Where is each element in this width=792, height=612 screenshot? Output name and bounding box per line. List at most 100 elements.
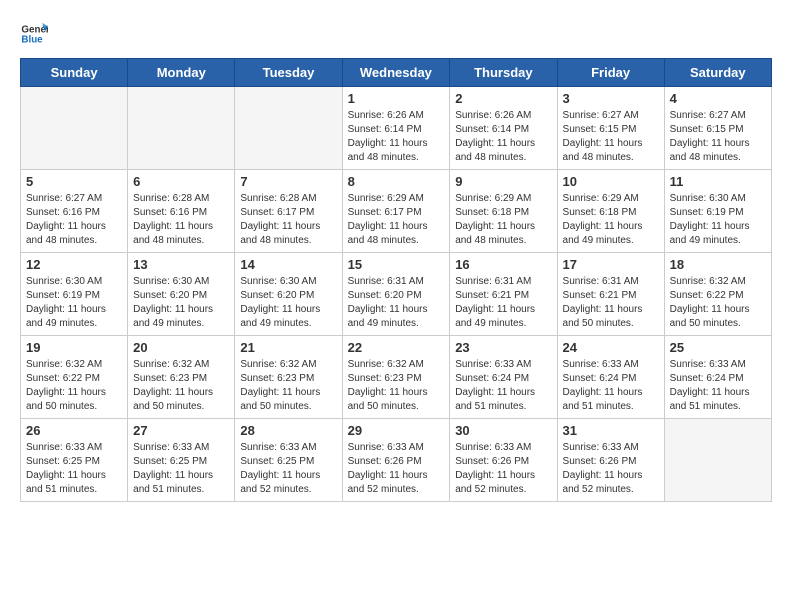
calendar-cell	[235, 87, 342, 170]
day-number: 14	[240, 257, 336, 272]
calendar-cell: 28 Sunrise: 6:33 AMSunset: 6:25 PMDayligh…	[235, 419, 342, 502]
day-number: 1	[348, 91, 445, 106]
day-info: Sunrise: 6:33 AMSunset: 6:26 PMDaylight:…	[455, 441, 551, 497]
calendar-cell: 13Sunrise: 6:30 AMSunset: 6:20 PMDayligh…	[128, 253, 235, 336]
calendar-cell: 15Sunrise: 6:31 AMSunset: 6:20 PMDayligh…	[342, 253, 450, 336]
calendar-table: SundayMondayTuesdayWednesdayThursdayFrid…	[20, 58, 772, 502]
calendar-cell: 23Sunrise: 6:33 AMSunset: 6:24 PMDayligh…	[450, 336, 557, 419]
column-header-sunday: Sunday	[21, 59, 128, 87]
day-number: 17	[563, 257, 659, 272]
day-info: Sunrise: 6:33 AMSunset: 6:26 PMDaylight:…	[348, 441, 445, 497]
column-header-saturday: Saturday	[664, 59, 771, 87]
calendar-cell: 26 Sunrise: 6:33 AMSunset: 6:25 PMDayligh…	[21, 419, 128, 502]
day-number: 4	[670, 91, 766, 106]
day-info: Sunrise: 6:32 AMSunset: 6:22 PMDaylight:…	[26, 358, 122, 414]
column-header-tuesday: Tuesday	[235, 59, 342, 87]
day-info: Sunrise: 6:29 AMSunset: 6:17 PMDaylight:…	[348, 192, 445, 248]
calendar-cell: 7 Sunrise: 6:28 AMSunset: 6:17 PMDaylight…	[235, 170, 342, 253]
day-info: Sunrise: 6:28 AMSunset: 6:16 PMDaylight:…	[133, 192, 229, 248]
calendar-cell: 3 Sunrise: 6:27 AMSunset: 6:15 PMDaylight…	[557, 87, 664, 170]
calendar-cell: 20Sunrise: 6:32 AMSunset: 6:23 PMDayligh…	[128, 336, 235, 419]
calendar-cell: 17Sunrise: 6:31 AMSunset: 6:21 PMDayligh…	[557, 253, 664, 336]
day-info: Sunrise: 6:28 AMSunset: 6:17 PMDaylight:…	[240, 192, 336, 248]
day-info: Sunrise: 6:32 AMSunset: 6:23 PMDaylight:…	[133, 358, 229, 414]
day-number: 25	[670, 340, 766, 355]
day-info: Sunrise: 6:33 AMSunset: 6:25 PMDaylight:…	[240, 441, 336, 497]
day-info: Sunrise: 6:31 AMSunset: 6:21 PMDaylight:…	[455, 275, 551, 331]
day-number: 13	[133, 257, 229, 272]
day-number: 26	[26, 423, 122, 438]
day-number: 12	[26, 257, 122, 272]
calendar-cell: 8Sunrise: 6:29 AMSunset: 6:17 PMDaylight…	[342, 170, 450, 253]
calendar-cell: 6 Sunrise: 6:28 AMSunset: 6:16 PMDaylight…	[128, 170, 235, 253]
day-info: Sunrise: 6:26 AMSunset: 6:14 PMDaylight:…	[455, 109, 551, 165]
day-number: 3	[563, 91, 659, 106]
calendar-cell: 5 Sunrise: 6:27 AMSunset: 6:16 PMDaylight…	[21, 170, 128, 253]
week-row-4: 19 Sunrise: 6:32 AMSunset: 6:22 PMDayligh…	[21, 336, 772, 419]
day-info: Sunrise: 6:29 AMSunset: 6:18 PMDaylight:…	[455, 192, 551, 248]
day-info: Sunrise: 6:33 AMSunset: 6:24 PMDaylight:…	[670, 358, 766, 414]
page-header: General Blue	[20, 20, 772, 48]
calendar-cell: 4 Sunrise: 6:27 AMSunset: 6:15 PMDaylight…	[664, 87, 771, 170]
day-number: 21	[240, 340, 336, 355]
calendar-cell: 18Sunrise: 6:32 AMSunset: 6:22 PMDayligh…	[664, 253, 771, 336]
day-number: 16	[455, 257, 551, 272]
calendar-cell: 21 Sunrise: 6:32 AMSunset: 6:23 PMDayligh…	[235, 336, 342, 419]
calendar-header-row: SundayMondayTuesdayWednesdayThursdayFrid…	[21, 59, 772, 87]
calendar-cell: 9 Sunrise: 6:29 AMSunset: 6:18 PMDaylight…	[450, 170, 557, 253]
day-info: Sunrise: 6:33 AMSunset: 6:26 PMDaylight:…	[563, 441, 659, 497]
week-row-2: 5 Sunrise: 6:27 AMSunset: 6:16 PMDaylight…	[21, 170, 772, 253]
day-number: 19	[26, 340, 122, 355]
day-number: 30	[455, 423, 551, 438]
calendar-cell: 12 Sunrise: 6:30 AMSunset: 6:19 PMDayligh…	[21, 253, 128, 336]
calendar-cell: 29 Sunrise: 6:33 AMSunset: 6:26 PMDayligh…	[342, 419, 450, 502]
day-number: 6	[133, 174, 229, 189]
day-number: 31	[563, 423, 659, 438]
calendar-cell: 27Sunrise: 6:33 AMSunset: 6:25 PMDayligh…	[128, 419, 235, 502]
calendar-cell: 11 Sunrise: 6:30 AMSunset: 6:19 PMDayligh…	[664, 170, 771, 253]
calendar-cell: 1 Sunrise: 6:26 AMSunset: 6:14 PMDaylight…	[342, 87, 450, 170]
calendar-cell: 31 Sunrise: 6:33 AMSunset: 6:26 PMDayligh…	[557, 419, 664, 502]
day-info: Sunrise: 6:30 AMSunset: 6:19 PMDaylight:…	[26, 275, 122, 331]
day-info: Sunrise: 6:32 AMSunset: 6:23 PMDaylight:…	[240, 358, 336, 414]
day-number: 23	[455, 340, 551, 355]
day-info: Sunrise: 6:27 AMSunset: 6:15 PMDaylight:…	[670, 109, 766, 165]
calendar-cell	[21, 87, 128, 170]
day-info: Sunrise: 6:33 AMSunset: 6:24 PMDaylight:…	[563, 358, 659, 414]
day-number: 2	[455, 91, 551, 106]
calendar-cell: 10Sunrise: 6:29 AMSunset: 6:18 PMDayligh…	[557, 170, 664, 253]
day-number: 24	[563, 340, 659, 355]
day-info: Sunrise: 6:27 AMSunset: 6:16 PMDaylight:…	[26, 192, 122, 248]
column-header-monday: Monday	[128, 59, 235, 87]
day-number: 22	[348, 340, 445, 355]
day-number: 27	[133, 423, 229, 438]
column-header-friday: Friday	[557, 59, 664, 87]
day-info: Sunrise: 6:32 AMSunset: 6:23 PMDaylight:…	[348, 358, 445, 414]
calendar-cell: 2 Sunrise: 6:26 AMSunset: 6:14 PMDaylight…	[450, 87, 557, 170]
day-number: 10	[563, 174, 659, 189]
logo: General Blue	[20, 20, 48, 48]
calendar-cell	[128, 87, 235, 170]
day-info: Sunrise: 6:33 AMSunset: 6:25 PMDaylight:…	[26, 441, 122, 497]
column-header-thursday: Thursday	[450, 59, 557, 87]
calendar-cell: 16 Sunrise: 6:31 AMSunset: 6:21 PMDayligh…	[450, 253, 557, 336]
day-info: Sunrise: 6:30 AMSunset: 6:19 PMDaylight:…	[670, 192, 766, 248]
svg-text:Blue: Blue	[21, 34, 43, 45]
column-header-wednesday: Wednesday	[342, 59, 450, 87]
week-row-5: 26 Sunrise: 6:33 AMSunset: 6:25 PMDayligh…	[21, 419, 772, 502]
calendar-cell: 14Sunrise: 6:30 AMSunset: 6:20 PMDayligh…	[235, 253, 342, 336]
calendar-cell: 24 Sunrise: 6:33 AMSunset: 6:24 PMDayligh…	[557, 336, 664, 419]
day-info: Sunrise: 6:27 AMSunset: 6:15 PMDaylight:…	[563, 109, 659, 165]
day-number: 28	[240, 423, 336, 438]
day-info: Sunrise: 6:32 AMSunset: 6:22 PMDaylight:…	[670, 275, 766, 331]
day-number: 9	[455, 174, 551, 189]
day-number: 5	[26, 174, 122, 189]
day-number: 11	[670, 174, 766, 189]
calendar-cell: 22 Sunrise: 6:32 AMSunset: 6:23 PMDayligh…	[342, 336, 450, 419]
day-info: Sunrise: 6:31 AMSunset: 6:20 PMDaylight:…	[348, 275, 445, 331]
week-row-3: 12 Sunrise: 6:30 AMSunset: 6:19 PMDayligh…	[21, 253, 772, 336]
day-number: 29	[348, 423, 445, 438]
day-number: 7	[240, 174, 336, 189]
day-info: Sunrise: 6:26 AMSunset: 6:14 PMDaylight:…	[348, 109, 445, 165]
calendar-cell: 19 Sunrise: 6:32 AMSunset: 6:22 PMDayligh…	[21, 336, 128, 419]
